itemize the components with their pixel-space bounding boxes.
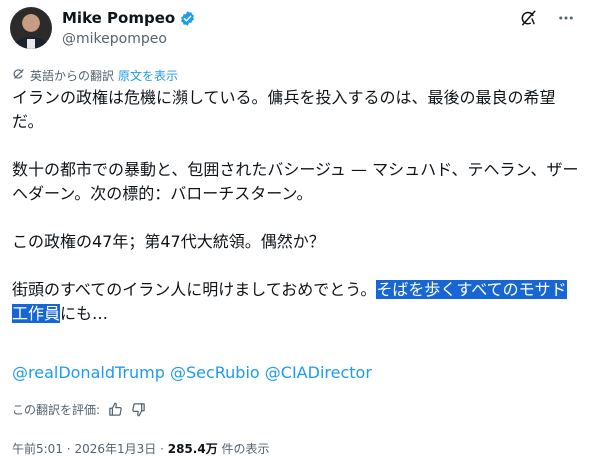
tweet-time[interactable]: 午前5:01	[12, 442, 63, 456]
show-original-link[interactable]: 原文を表示	[118, 67, 178, 84]
rate-label: この翻訳を評価:	[12, 403, 101, 417]
meta-separator: ·	[66, 442, 71, 456]
tweet-body: イランの政権は危機に瀕している。傭兵を投入するのは、最後の最良の希望だ。 数十の…	[12, 86, 582, 326]
more-options-icon[interactable]	[557, 9, 575, 27]
views-count: 285.4万	[167, 442, 218, 456]
thumbs-down-icon[interactable]	[131, 402, 146, 417]
grok-icon[interactable]	[519, 9, 537, 27]
author-name[interactable]: Mike Pompeo	[62, 9, 175, 27]
tweet-paragraph: この政権の47年；第47代大統領。偶然か？	[12, 232, 325, 251]
translate-icon	[12, 67, 26, 84]
mentions: @realDonaldTrump @SecRubio @CIADirector	[12, 363, 372, 382]
mention-link[interactable]: @SecRubio	[170, 363, 260, 382]
tweet-paragraph: 街頭のすべてのイラン人に明けましておめでとう。そばを歩くすべてのモサド工作員にも…	[12, 278, 582, 326]
tweet-text-tail: にも…	[60, 304, 109, 323]
author-name-row: Mike Pompeo	[62, 8, 196, 28]
translation-bar: 英語からの翻訳 原文を表示	[12, 67, 178, 84]
tweet-paragraph: イランの政権は危機に瀕している。傭兵を投入するのは、最後の最良の希望だ。	[12, 88, 556, 131]
avatar-shirt	[27, 39, 35, 49]
translation-label: 英語からの翻訳	[30, 69, 115, 83]
thumbs-up-icon[interactable]	[108, 402, 123, 417]
views-label: 件の表示	[221, 442, 270, 456]
avatar[interactable]	[10, 7, 52, 49]
rate-translation: この翻訳を評価:	[12, 401, 146, 418]
tweet-paragraph: 数十の都市での暴動と、包囲されたバシージュ — マシュハド、テヘラン、ザーヘダー…	[12, 160, 579, 203]
meta-separator: ·	[160, 442, 164, 456]
mention-link[interactable]: @realDonaldTrump	[12, 363, 165, 382]
mention-link[interactable]: @CIADirector	[265, 363, 372, 382]
author-handle[interactable]: @mikepompeo	[62, 31, 167, 47]
verified-badge-icon	[179, 10, 196, 27]
header-actions	[519, 9, 575, 27]
tweet-metadata: 午前5:01 · 2026年1月3日 · 285.4万 件の表示	[12, 440, 270, 457]
tweet-text: 街頭のすべてのイラン人に明けましておめでとう。	[12, 280, 377, 299]
tweet-date[interactable]: 2026年1月3日	[74, 442, 156, 456]
